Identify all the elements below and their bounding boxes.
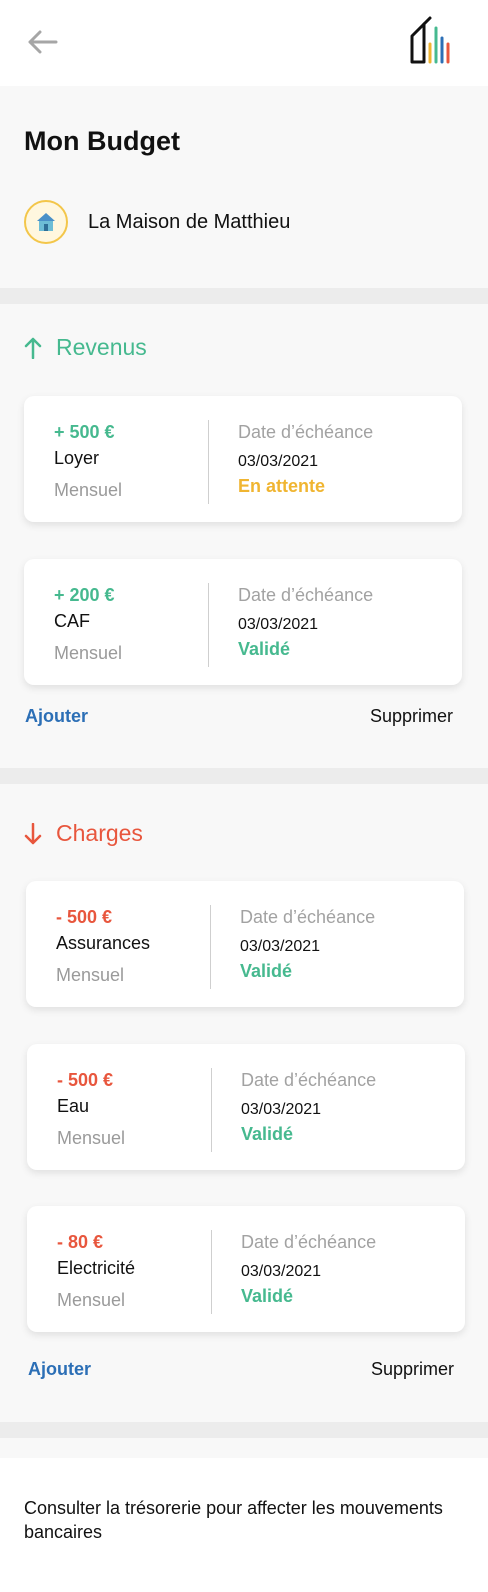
page-title: Mon Budget	[24, 126, 180, 156]
item-label: Eau	[57, 1096, 90, 1116]
house-bars-logo	[410, 16, 450, 64]
delete-charge-link[interactable]: Supprimer	[371, 1359, 454, 1380]
due-date-label: Date d’échéance	[241, 1232, 377, 1252]
section-separator	[0, 288, 488, 304]
frequency: Mensuel	[56, 965, 125, 985]
due-date-label: Date d’échéance	[238, 422, 374, 442]
item-label: Loyer	[54, 448, 100, 468]
charge-card[interactable]: - 80 € Electricité Mensuel Date d’échéan…	[27, 1206, 465, 1332]
status-badge: En attente	[238, 476, 326, 496]
section-separator	[0, 768, 488, 784]
add-charge-link[interactable]: Ajouter	[28, 1359, 91, 1380]
card-divider	[208, 583, 209, 667]
charges-section-title: Charges	[24, 820, 143, 847]
status-badge: Validé	[241, 1286, 294, 1306]
home-selector[interactable]: La Maison de Matthieu	[24, 200, 290, 244]
amount: - 500 €	[57, 1070, 114, 1090]
status-badge: Validé	[241, 1124, 294, 1144]
frequency: Mensuel	[54, 643, 123, 663]
item-label: Electricité	[57, 1258, 136, 1278]
card-divider	[208, 420, 209, 504]
due-date: 03/03/2021	[238, 453, 319, 470]
frequency: Mensuel	[54, 480, 123, 500]
amount: - 500 €	[56, 907, 113, 927]
delete-revenue-link[interactable]: Supprimer	[370, 706, 453, 727]
due-date: 03/03/2021	[238, 616, 319, 633]
due-date: 03/03/2021	[241, 1101, 322, 1118]
arrow-up-icon	[24, 336, 44, 360]
add-revenue-link[interactable]: Ajouter	[25, 706, 88, 727]
revenue-card[interactable]: + 200 € CAF Mensuel Date d’échéance 03/0…	[24, 559, 462, 685]
status-badge: Validé	[240, 961, 293, 981]
treasury-link[interactable]: Consulter la trésorerie pour affecter le…	[24, 1496, 444, 1544]
arrow-down-icon	[24, 822, 44, 846]
amount: + 200 €	[54, 585, 115, 605]
charge-card[interactable]: - 500 € Assurances Mensuel Date d’échéan…	[26, 881, 464, 1007]
arrow-left-icon	[28, 30, 58, 54]
due-date-label: Date d’échéance	[240, 907, 376, 927]
budget-header: Mon Budget La Maison de Matthieu	[0, 86, 488, 288]
house-icon	[37, 213, 55, 231]
status-badge: Validé	[238, 639, 291, 659]
footer: Consulter la trésorerie pour affecter le…	[0, 1458, 488, 1592]
charges-title: Charges	[56, 820, 143, 846]
home-name: La Maison de Matthieu	[88, 210, 291, 233]
section-separator	[0, 1422, 488, 1438]
item-label: Assurances	[56, 933, 151, 953]
due-date: 03/03/2021	[241, 1263, 322, 1280]
card-divider	[210, 905, 211, 989]
due-date-label: Date d’échéance	[241, 1070, 377, 1090]
card-divider	[211, 1230, 212, 1314]
home-avatar	[24, 200, 68, 244]
due-date-label: Date d’échéance	[238, 585, 374, 605]
frequency: Mensuel	[57, 1290, 126, 1310]
amount: - 80 €	[57, 1232, 104, 1252]
amount: + 500 €	[54, 422, 115, 442]
revenue-card[interactable]: + 500 € Loyer Mensuel Date d’échéance 03…	[24, 396, 462, 522]
frequency: Mensuel	[57, 1128, 126, 1148]
revenus-title: Revenus	[56, 334, 147, 360]
back-button[interactable]	[22, 22, 62, 62]
item-label: CAF	[54, 611, 90, 631]
revenus-section-title: Revenus	[24, 334, 147, 361]
top-bar	[0, 0, 488, 86]
charge-card[interactable]: - 500 € Eau Mensuel Date d’échéance 03/0…	[27, 1044, 465, 1170]
due-date: 03/03/2021	[240, 938, 321, 955]
card-divider	[211, 1068, 212, 1152]
